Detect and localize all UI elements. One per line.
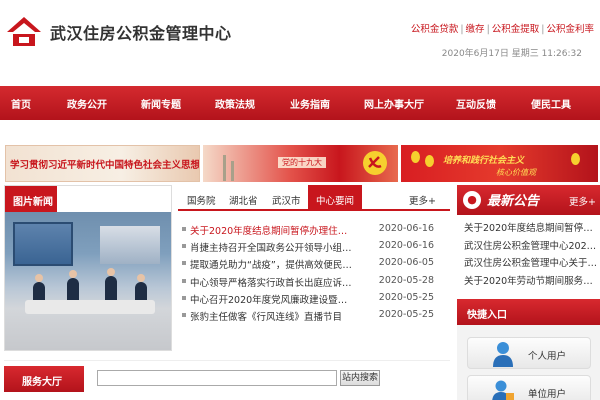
- site-search-button[interactable]: 站内搜索: [340, 370, 380, 386]
- bullet-icon: [182, 261, 186, 266]
- site-title[interactable]: 武汉住房公积金管理中心: [50, 20, 232, 44]
- bullet-icon: [182, 312, 186, 317]
- top-link-rate[interactable]: 公积金利率: [546, 24, 594, 35]
- nav-item-news-topics[interactable]: 新闻专题: [141, 96, 181, 111]
- banner-study-thought[interactable]: 学习贯彻习近平新时代中国特色社会主义思想: [5, 145, 200, 182]
- nav-item-gov-affairs[interactable]: 政务公开: [67, 96, 107, 111]
- personal-user-button[interactable]: 个人用户: [467, 337, 591, 369]
- news-panel: 国务院 湖北省 武汉市 中心要闻 更多+ 关于2020年度结息期间暂停办理住房公…: [178, 185, 450, 351]
- announcement-icon: ●: [463, 191, 481, 209]
- top-link-separator: |: [486, 24, 490, 35]
- company-user-label: 单位用户: [528, 389, 567, 400]
- picture-news-image[interactable]: [5, 212, 171, 350]
- list-item[interactable]: 武汉住房公积金管理中心关于调整住房公积金缴存基数的通知: [457, 253, 600, 271]
- news-list: 关于2020年度结息期间暂停办理住房公积金业务的通告 2020-06-16 肖捷…: [178, 221, 450, 324]
- company-user-button[interactable]: 单位用户: [467, 375, 591, 400]
- banner-party-congress[interactable]: 党的十九大: [203, 145, 398, 182]
- banner3-text: 培养和践行社会主义: [443, 156, 525, 166]
- picture-news-heading: 图片新闻: [5, 186, 57, 212]
- list-item[interactable]: 关于2020年度结息期间暂停办理住房公积金业务的通告 2020-06-16: [178, 221, 450, 238]
- banner2-text: 党的十九大: [278, 157, 326, 168]
- news-title[interactable]: 中心领导严格落实行政首长出庭应诉制度: [190, 275, 352, 289]
- top-link-withdrawal[interactable]: 公积金提取: [492, 24, 540, 35]
- nav-item-home[interactable]: 首页: [11, 96, 31, 111]
- top-links: 公积金贷款 | 缴存 | 公积金提取 | 公积金利率: [411, 21, 594, 35]
- list-item[interactable]: 中心召开2020年度党风廉政建设暨作风建设工作会议 2020-05-25: [178, 290, 450, 307]
- list-item[interactable]: 肖捷主持召开全国政务公开领导小组第三次会议 2020-06-16: [178, 238, 450, 255]
- search-input[interactable]: [97, 370, 337, 386]
- news-title[interactable]: 中心召开2020年度党风廉政建设暨作风建设工作会议: [190, 292, 352, 306]
- tower-shape: [223, 155, 226, 181]
- person-figure: [105, 268, 117, 302]
- nav-item-feedback[interactable]: 互动反馈: [456, 96, 496, 111]
- top-link-separator: |: [460, 24, 464, 35]
- banner1-text: 学习贯彻习近平新时代中国特色社会主义思想: [10, 160, 200, 171]
- banner3-text2: 核心价值观: [496, 168, 536, 177]
- quick-entry-panel: 快捷入口 个人用户 单位用户: [457, 299, 600, 400]
- list-item[interactable]: 关于2020年劳动节期间服务时间安排的通告: [457, 271, 600, 289]
- notice-header: ● 最新公告 更多+: [457, 185, 600, 215]
- nav-item-online-hall[interactable]: 网上办事大厅: [364, 96, 424, 111]
- news-date: 2020-05-28: [378, 274, 434, 286]
- tab-hubei[interactable]: 湖北省: [229, 193, 258, 207]
- picture-news-panel: 图片新闻: [4, 185, 172, 351]
- list-item[interactable]: 提取通兑助力“战疫”，提供高效便民服务 2020-06-05: [178, 255, 450, 272]
- lantern-icon: [571, 153, 580, 165]
- personal-user-icon: [493, 342, 513, 367]
- party-emblem-icon: [363, 151, 387, 175]
- quick-entry-heading: 快捷入口: [457, 299, 600, 325]
- tab-state-council[interactable]: 国务院: [187, 193, 216, 207]
- notice-list: 关于2020年度结息期间暂停办理住房公积金业务的通告 武汉住房公积金管理中心20…: [457, 218, 600, 288]
- news-more-link[interactable]: 更多+: [409, 193, 436, 207]
- news-date: 2020-05-25: [378, 291, 434, 303]
- banner-core-values[interactable]: 培养和践行社会主义 核心价值观: [401, 145, 598, 182]
- tab-center-news[interactable]: 中心要闻: [308, 185, 363, 211]
- notice-heading: 最新公告: [487, 194, 540, 209]
- list-item[interactable]: 张豹主任做客《行风连线》直播节目 2020-05-25: [178, 307, 450, 324]
- company-user-icon: [492, 380, 514, 400]
- top-link-loan[interactable]: 公积金贷款: [411, 24, 459, 35]
- news-title[interactable]: 关于2020年度结息期间暂停办理住房公积金业务的通告: [190, 223, 352, 237]
- notice-panel: ● 最新公告 更多+ 关于2020年度结息期间暂停办理住房公积金业务的通告 武汉…: [457, 185, 600, 295]
- news-tabs: 国务院 湖北省 武汉市 中心要闻 更多+: [178, 185, 450, 211]
- personal-user-label: 个人用户: [528, 351, 567, 362]
- studio-screen: [13, 222, 73, 266]
- site-header: 武汉住房公积金管理中心 公积金贷款 | 缴存 | 公积金提取 | 公积金利率 2020年6月…: [0, 0, 600, 86]
- bullet-icon: [182, 227, 186, 231]
- nav-item-tools[interactable]: 便民工具: [531, 96, 571, 111]
- nav-item-business-guide[interactable]: 业务指南: [290, 96, 330, 111]
- list-item[interactable]: 关于2020年度结息期间暂停办理住房公积金业务的通告: [457, 218, 600, 236]
- news-title[interactable]: 肖捷主持召开全国政务公开领导小组第三次会议: [190, 240, 352, 254]
- studio-table: [25, 300, 155, 314]
- current-datetime: 2020年6月17日 星期三 11:26:32: [441, 49, 582, 59]
- news-date: 2020-06-16: [378, 240, 434, 252]
- lantern-icon: [425, 155, 434, 167]
- nav-item-policies[interactable]: 政策法规: [215, 96, 255, 111]
- news-title[interactable]: 张豹主任做客《行风连线》直播节目: [190, 309, 352, 323]
- bullet-icon: [182, 295, 186, 300]
- studio-backdrop: [100, 226, 160, 264]
- list-item[interactable]: 武汉住房公积金管理中心2020年度住房公积金缴存基数调整的通知: [457, 236, 600, 254]
- news-date: 2020-06-05: [378, 257, 434, 269]
- news-date: 2020-05-25: [378, 308, 434, 320]
- list-item[interactable]: 中心领导严格落实行政首长出庭应诉制度 2020-05-28: [178, 273, 450, 290]
- tab-wuhan[interactable]: 武汉市: [272, 193, 301, 207]
- house-logo-icon[interactable]: [5, 15, 43, 49]
- bullet-icon: [182, 244, 186, 249]
- news-title[interactable]: 提取通兑助力“战疫”，提供高效便民服务: [190, 257, 352, 271]
- tower-shape: [231, 161, 234, 181]
- main-nav: 首页 政务公开 新闻专题 政策法规 业务指南 网上办事大厅 互动反馈 便民工具: [0, 86, 600, 120]
- top-link-deposit[interactable]: 缴存: [466, 24, 485, 35]
- news-date: 2020-06-16: [378, 223, 434, 234]
- bullet-icon: [182, 278, 186, 283]
- service-hall-heading: 服务大厅: [4, 366, 84, 392]
- lantern-icon: [411, 151, 420, 163]
- service-hall-bar: 服务大厅 站内搜索: [4, 360, 450, 400]
- notice-more-link[interactable]: 更多+: [569, 194, 596, 208]
- top-link-separator: |: [541, 24, 545, 35]
